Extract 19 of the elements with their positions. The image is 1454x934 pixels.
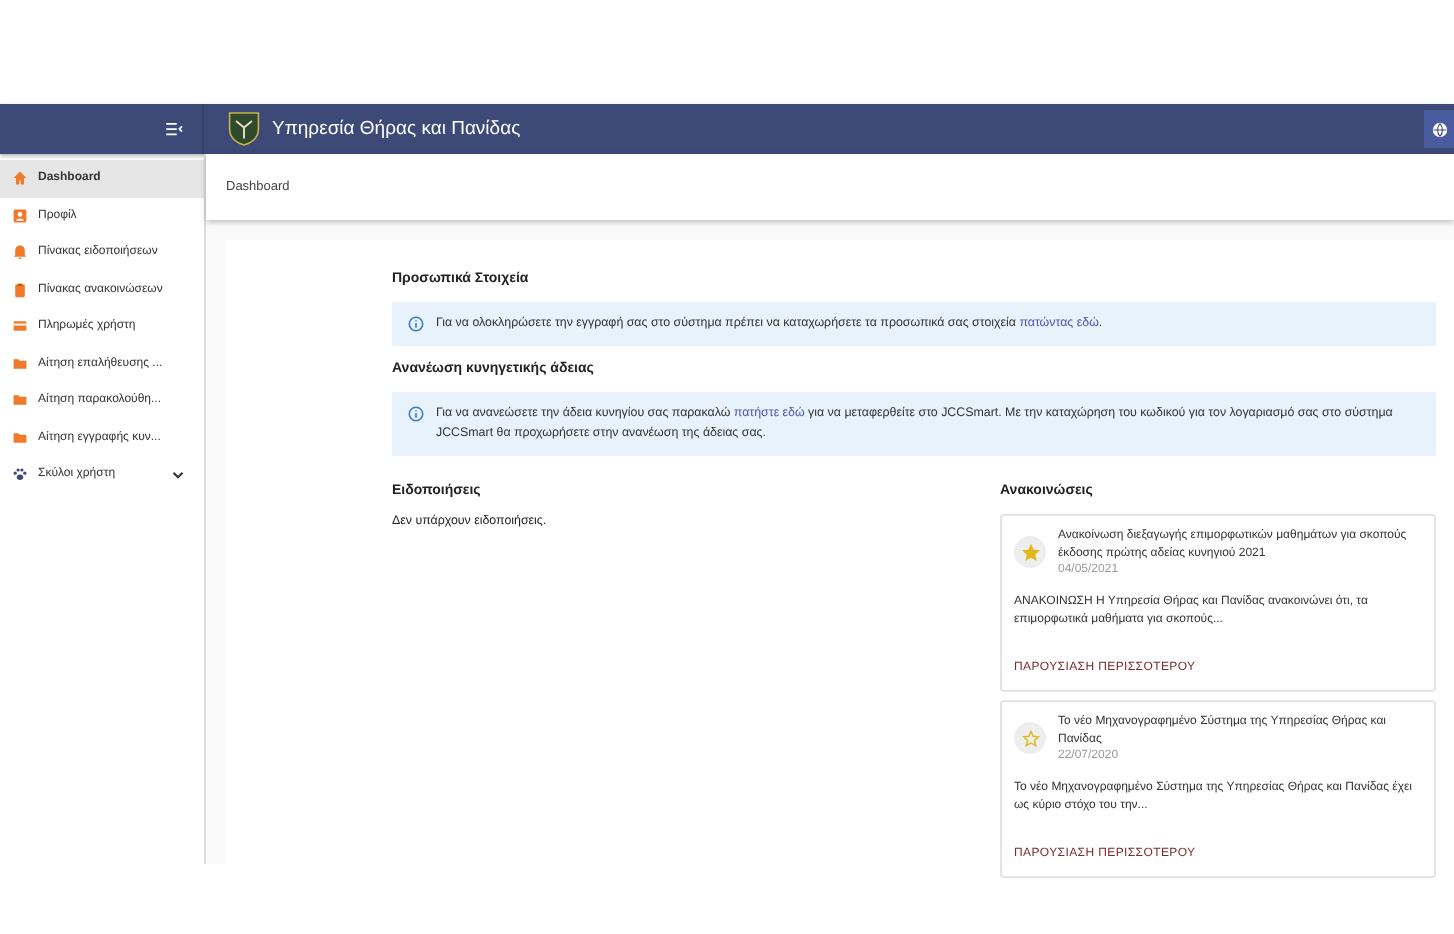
info-icon [408, 316, 424, 332]
paw-icon [12, 466, 28, 483]
profile-icon [12, 207, 28, 224]
info-icon [408, 406, 424, 422]
chevron-icon [172, 469, 184, 480]
bell-icon [12, 244, 28, 261]
star-icon [1021, 729, 1039, 747]
folder-icon [12, 392, 28, 409]
clipboard-icon [12, 281, 28, 298]
home-icon [12, 170, 28, 187]
card-icon [12, 318, 28, 335]
crest-logo [228, 110, 260, 148]
app-title: Υπηρεσία Θήρας και Πανίδας [272, 118, 521, 140]
globe-icon [1431, 121, 1447, 137]
menu-icon[interactable] [166, 122, 184, 136]
folder-icon [12, 429, 28, 446]
language-button[interactable] [1424, 110, 1454, 148]
star-icon [1021, 543, 1039, 561]
folder-icon [12, 355, 28, 372]
